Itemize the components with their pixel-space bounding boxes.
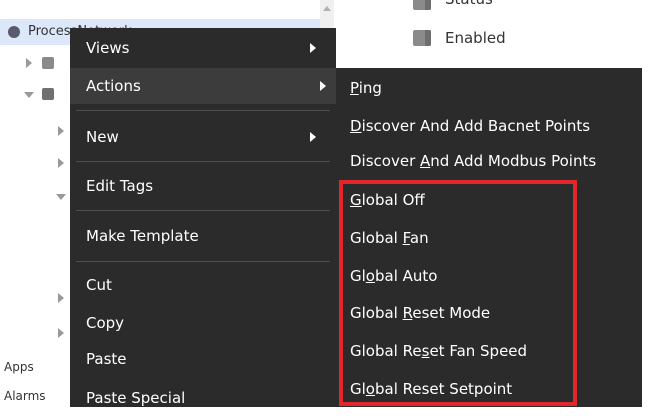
menu-item-label: Cut (86, 276, 112, 294)
access-key: A (420, 152, 431, 170)
expand-icon[interactable] (26, 58, 32, 68)
label-part: ing (358, 79, 382, 97)
expand-icon[interactable] (58, 158, 64, 168)
device-icon (42, 88, 54, 100)
menu-item-make-template[interactable]: Make Template (86, 218, 326, 254)
access-key: P (350, 79, 359, 97)
menu-item-edit-tags[interactable]: Edit Tags (86, 168, 326, 204)
menu-item-label: Copy (86, 314, 125, 332)
menu-separator (76, 210, 330, 211)
menu-item-label: Views (86, 39, 130, 57)
collapse-icon[interactable] (56, 194, 66, 200)
submenu-arrow-icon (310, 43, 316, 53)
apps-label[interactable]: Apps (4, 360, 34, 374)
menu-item-label: Actions (86, 77, 141, 95)
context-menu: Views Actions New Edit Tags Make Templat… (70, 28, 336, 407)
menu-item-copy[interactable]: Copy (86, 305, 326, 341)
menu-item-discover-bacnet[interactable]: Discover And Add Bacnet Points (350, 108, 590, 144)
submenu-arrow-icon (310, 132, 316, 142)
annotation-highlight-box (339, 180, 577, 406)
menu-item-paste-special[interactable]: Paste Special (86, 380, 326, 416)
menu-item-label: New (86, 128, 119, 146)
expand-icon[interactable] (58, 126, 64, 136)
menu-item-ping[interactable]: Ping (350, 70, 382, 106)
menu-item-label: Edit Tags (86, 177, 154, 195)
menu-item-label: Paste Special (86, 389, 186, 407)
menu-item-actions[interactable]: Actions (70, 68, 336, 104)
label-part: iscover And Add Bacnet Points (361, 117, 591, 135)
label-part: nd Add Modbus Points (430, 152, 597, 170)
submenu-arrow-icon (320, 81, 326, 91)
menu-item-new[interactable]: New (86, 119, 326, 155)
property-enabled[interactable]: Enabled (445, 29, 506, 47)
menu-item-label: Paste (86, 350, 127, 368)
menu-item-paste[interactable]: Paste (86, 341, 326, 377)
network-icon (8, 26, 20, 38)
property-status[interactable]: Status (445, 0, 493, 8)
menu-separator (76, 110, 330, 111)
scroll-up-icon[interactable] (323, 6, 331, 11)
menu-item-discover-modbus[interactable]: Discover And Add Modbus Points (350, 143, 596, 179)
menu-item-cut[interactable]: Cut (86, 267, 326, 303)
alarms-label[interactable]: Alarms (4, 389, 46, 403)
folder-icon (413, 0, 431, 10)
menu-separator (76, 261, 330, 262)
expand-icon[interactable] (58, 293, 64, 303)
collapse-icon[interactable] (24, 92, 34, 98)
menu-item-views[interactable]: Views (86, 30, 326, 66)
menu-item-label: Make Template (86, 227, 199, 245)
access-key: D (350, 117, 362, 135)
expand-icon[interactable] (58, 328, 64, 338)
folder-icon (42, 57, 54, 69)
folder-icon (413, 30, 431, 46)
label-part: Discover (350, 152, 420, 170)
menu-separator (76, 161, 330, 162)
